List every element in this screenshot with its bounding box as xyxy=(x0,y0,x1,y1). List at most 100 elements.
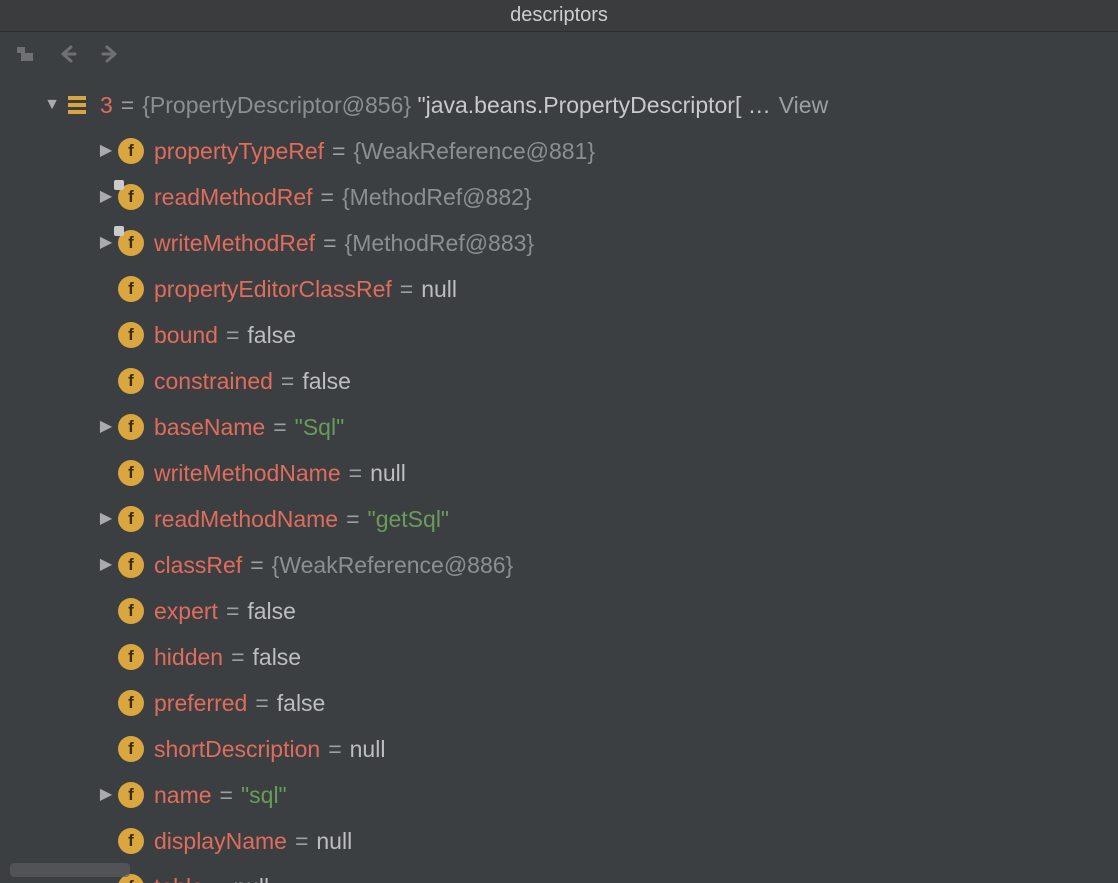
expand-arrow-icon[interactable]: ▶ xyxy=(94,779,118,810)
field-value: "getSql" xyxy=(368,497,450,542)
field-value: {WeakReference@881} xyxy=(353,129,595,174)
tree-node-field[interactable]: ▶fwriteMethodName=null xyxy=(40,450,1118,496)
equals-sign: = xyxy=(321,175,334,220)
equals-sign: = xyxy=(295,819,308,864)
expand-arrow-icon[interactable]: ▶ xyxy=(94,411,118,442)
node-tostring: "java.beans.PropertyDescriptor[ xyxy=(417,83,741,128)
tree-node-field[interactable]: ▶f displayName=null xyxy=(40,818,1118,864)
field-name: baseName xyxy=(154,405,265,450)
field-value: false xyxy=(253,635,302,680)
tree-node-field[interactable]: ▶fname="sql" xyxy=(40,772,1118,818)
tree-node-field[interactable]: ▶f constrained=false xyxy=(40,358,1118,404)
horizontal-scrollbar-thumb[interactable] xyxy=(10,863,130,877)
field-value: {MethodRef@883} xyxy=(345,221,535,266)
field-value: {WeakReference@886} xyxy=(272,543,514,588)
back-icon[interactable] xyxy=(56,42,80,66)
field-name: propertyTypeRef xyxy=(154,129,324,174)
field-value: null xyxy=(421,267,457,312)
field-name: readMethodName xyxy=(154,497,338,542)
field-name: table xyxy=(154,865,204,883)
tree-node-field[interactable]: ▶fbound=false xyxy=(40,312,1118,358)
equals-sign: = xyxy=(255,681,268,726)
tree-node-field[interactable]: ▶fhidden=false xyxy=(40,634,1118,680)
tree-indent: ▶ xyxy=(94,319,118,350)
field-value: false xyxy=(302,359,351,404)
field-value: {MethodRef@882} xyxy=(342,175,532,220)
tree-node-field[interactable]: ▶f baseName="Sql" xyxy=(40,404,1118,450)
field-name: name xyxy=(154,773,212,818)
tree-node-field[interactable]: ▶freadMethodName="getSql" xyxy=(40,496,1118,542)
forward-icon[interactable] xyxy=(98,42,122,66)
field-name: writeMethodRef xyxy=(154,221,315,266)
equals-sign: = xyxy=(273,405,286,450)
tree-indent: ▶ xyxy=(94,595,118,626)
field-icon: f xyxy=(118,230,144,256)
tree-node-field[interactable]: ▶fshortDescription=null xyxy=(40,726,1118,772)
variables-tree[interactable]: ▼ 3 = {PropertyDescriptor@856} "java.bea… xyxy=(0,76,1118,883)
field-name: constrained xyxy=(154,359,273,404)
field-icon: f xyxy=(118,552,144,578)
debugger-panel: descriptors ▼ xyxy=(0,0,1118,883)
equals-sign: = xyxy=(346,497,359,542)
tree-node-field[interactable]: ▶freadMethodRef={MethodRef@882} xyxy=(40,174,1118,220)
field-icon: f xyxy=(118,368,144,394)
window-titlebar: descriptors xyxy=(0,0,1118,32)
field-value: false xyxy=(247,589,296,634)
equals-sign: = xyxy=(323,221,336,266)
field-value: "sql" xyxy=(241,773,287,818)
tree-indent: ▶ xyxy=(94,273,118,304)
tree-node-root[interactable]: ▼ 3 = {PropertyDescriptor@856} "java.bea… xyxy=(40,82,1118,128)
equals-sign: = xyxy=(400,267,413,312)
expand-arrow-icon[interactable]: ▶ xyxy=(94,135,118,166)
equals-sign: = xyxy=(231,635,244,680)
tree-indent: ▶ xyxy=(94,733,118,764)
field-name: preferred xyxy=(154,681,247,726)
field-icon: f xyxy=(118,414,144,440)
expand-arrow-icon[interactable]: ▶ xyxy=(94,503,118,534)
equals-sign: = xyxy=(226,313,239,358)
field-value: "Sql" xyxy=(295,405,345,450)
field-value: null xyxy=(350,727,386,772)
tree-indent: ▶ xyxy=(94,825,118,856)
array-element-icon xyxy=(64,92,90,118)
field-icon: f xyxy=(118,460,144,486)
equals-sign: = xyxy=(250,543,263,588)
field-name: classRef xyxy=(154,543,242,588)
window-title: descriptors xyxy=(510,4,608,27)
equals-sign: = xyxy=(281,359,294,404)
tree-node-field[interactable]: ▶fwriteMethodRef={MethodRef@883} xyxy=(40,220,1118,266)
tree-indent: ▶ xyxy=(94,687,118,718)
field-icon: f xyxy=(118,828,144,854)
field-icon: f xyxy=(118,184,144,210)
field-name: hidden xyxy=(154,635,223,680)
field-icon: f xyxy=(118,782,144,808)
field-name: displayName xyxy=(154,819,287,864)
equals-sign: = xyxy=(220,773,233,818)
tree-indent: ▶ xyxy=(94,365,118,396)
field-icon: f xyxy=(118,276,144,302)
tree-node-field[interactable]: ▶fpreferred=false xyxy=(40,680,1118,726)
toolbar xyxy=(0,32,1118,76)
node-object-ref: {PropertyDescriptor@856} xyxy=(142,83,411,128)
node-index: 3 xyxy=(100,83,113,128)
expand-arrow-icon[interactable]: ▶ xyxy=(94,549,118,580)
equals-sign: = xyxy=(349,451,362,496)
field-icon: f xyxy=(118,322,144,348)
field-name: shortDescription xyxy=(154,727,320,772)
field-name: bound xyxy=(154,313,218,358)
tree-node-field[interactable]: ▶f classRef={WeakReference@886} xyxy=(40,542,1118,588)
view-link[interactable]: View xyxy=(779,83,828,128)
tree-node-field[interactable]: ▶fpropertyTypeRef={WeakReference@881} xyxy=(40,128,1118,174)
tree-node-field[interactable]: ▶ftable=null xyxy=(40,864,1118,883)
field-value: false xyxy=(247,313,296,358)
tree-node-field[interactable]: ▶f propertyEditorClassRef=null xyxy=(40,266,1118,312)
field-value: null xyxy=(233,865,269,883)
equals-sign: = xyxy=(226,589,239,634)
field-value: null xyxy=(316,819,352,864)
equals-sign: = xyxy=(212,865,225,883)
tree-node-field[interactable]: ▶fexpert=false xyxy=(40,588,1118,634)
field-name: propertyEditorClassRef xyxy=(154,267,392,312)
field-name: writeMethodName xyxy=(154,451,341,496)
expand-arrow-icon[interactable]: ▼ xyxy=(40,89,64,120)
new-watch-icon[interactable] xyxy=(14,42,38,66)
